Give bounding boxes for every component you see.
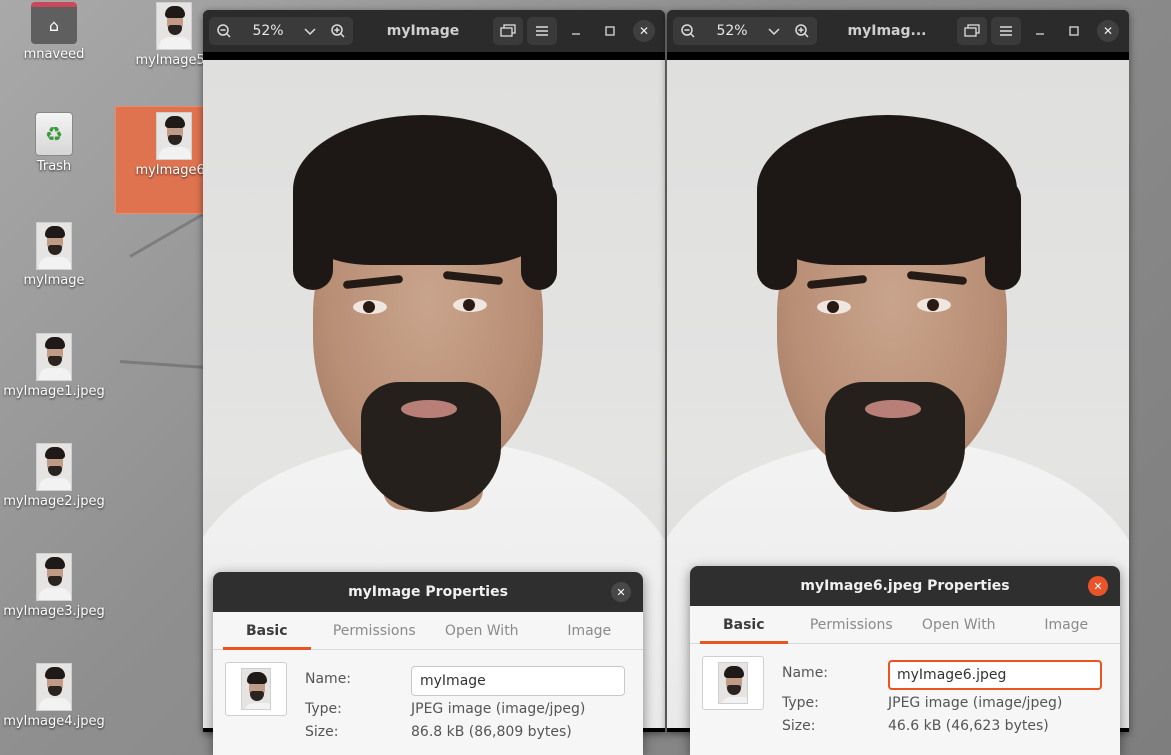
viewer-headerbar: 52% myImag... ✕ xyxy=(667,10,1129,52)
dialog-header: myImage6.jpeg Properties ✕ xyxy=(690,566,1120,606)
desktop-icon-label: mnaveed xyxy=(23,47,85,62)
dialog-title: myImage Properties xyxy=(348,584,508,600)
window-title: myImag... xyxy=(847,23,927,39)
type-label: Type: xyxy=(782,695,819,711)
image-thumbnail-icon xyxy=(36,222,72,270)
image-thumbnail-icon xyxy=(36,333,72,381)
desktop-icon-label: myImage4.jpeg xyxy=(3,714,105,729)
size-label: Size: xyxy=(305,724,339,740)
size-label: Size: xyxy=(782,718,816,734)
file-thumbnail xyxy=(702,656,764,710)
name-field[interactable]: myImage xyxy=(411,666,625,696)
desktop-icon-myimage1[interactable]: myImage1.jpeg xyxy=(0,333,108,399)
menu-icon[interactable] xyxy=(991,17,1021,45)
chevron-down-icon[interactable] xyxy=(297,17,323,45)
desktop-icon-myimage4[interactable]: myImage4.jpeg xyxy=(0,663,108,729)
zoom-out-icon[interactable] xyxy=(673,17,703,45)
zoom-in-icon[interactable] xyxy=(323,17,353,45)
image-thumbnail-icon xyxy=(156,112,192,160)
trash-icon: ♻ xyxy=(35,112,73,156)
type-value: JPEG image (image/jpeg) xyxy=(411,701,586,717)
close-icon[interactable]: ✕ xyxy=(1088,576,1108,596)
desktop-icon-label: myImage1.jpeg xyxy=(3,384,105,399)
desktop-icon-label: myImage3.jpeg xyxy=(3,604,105,619)
desktop-icon-label: myImage2.jpeg xyxy=(3,494,105,509)
name-label: Name: xyxy=(305,671,352,687)
image-thumbnail-icon xyxy=(718,662,748,704)
zoom-control: 52% xyxy=(673,17,817,45)
close-button[interactable]: ✕ xyxy=(629,17,659,45)
tab-basic[interactable]: Basic xyxy=(690,606,798,644)
close-icon: ✕ xyxy=(633,20,655,42)
image-thumbnail-icon xyxy=(156,2,192,50)
dialog-header: myImage Properties ✕ xyxy=(213,572,643,612)
dialog-title: myImage6.jpeg Properties xyxy=(800,578,1010,594)
desktop-icon-myimage2[interactable]: myImage2.jpeg xyxy=(0,443,108,509)
zoom-level[interactable]: 52% xyxy=(239,23,297,39)
close-icon: ✕ xyxy=(1097,20,1119,42)
close-icon[interactable]: ✕ xyxy=(611,582,631,602)
image-thumbnail-icon xyxy=(36,443,72,491)
size-value: 46.6 kB (46,623 bytes) xyxy=(888,718,1049,734)
size-value: 86.8 kB (86,809 bytes) xyxy=(411,724,572,740)
tab-open-with[interactable]: Open With xyxy=(905,606,1013,643)
maximize-icon[interactable] xyxy=(595,17,625,45)
minimize-icon[interactable] xyxy=(561,17,591,45)
close-button[interactable]: ✕ xyxy=(1093,17,1123,45)
desktop-icon-myimage3[interactable]: myImage3.jpeg xyxy=(0,553,108,619)
tab-open-with[interactable]: Open With xyxy=(428,612,536,649)
name-label: Name: xyxy=(782,665,829,681)
dialog-body: Name: myImage6.jpeg Type: JPEG image (im… xyxy=(690,644,1120,755)
type-value: JPEG image (image/jpeg) xyxy=(888,695,1063,711)
viewer-headerbar: 52% myImage ✕ xyxy=(203,10,665,52)
type-label: Type: xyxy=(305,701,342,717)
properties-tabs: Basic Permissions Open With Image xyxy=(213,612,643,650)
properties-dialog-right: myImage6.jpeg Properties ✕ Basic Permiss… xyxy=(690,566,1120,755)
desktop-icon-label: myImage5.j xyxy=(135,53,213,68)
file-thumbnail xyxy=(225,662,287,716)
menu-icon[interactable] xyxy=(527,17,557,45)
gallery-toggle-icon[interactable] xyxy=(957,17,987,45)
image-thumbnail-icon xyxy=(36,553,72,601)
chevron-down-icon[interactable] xyxy=(761,17,787,45)
tab-permissions[interactable]: Permissions xyxy=(321,612,429,649)
tab-image[interactable]: Image xyxy=(536,612,644,649)
tab-permissions[interactable]: Permissions xyxy=(798,606,906,643)
name-field[interactable]: myImage6.jpeg xyxy=(888,660,1102,690)
properties-dialog-left: myImage Properties ✕ Basic Permissions O… xyxy=(213,572,643,755)
image-thumbnail-icon xyxy=(241,668,271,710)
image-thumbnail-icon xyxy=(36,663,72,711)
zoom-in-icon[interactable] xyxy=(787,17,817,45)
desktop-icon-label: Trash xyxy=(36,159,72,174)
properties-tabs: Basic Permissions Open With Image xyxy=(690,606,1120,644)
desktop-icon-home[interactable]: ⌂ mnaveed xyxy=(0,2,108,62)
minimize-icon[interactable] xyxy=(1025,17,1055,45)
dialog-body: Name: myImage Type: JPEG image (image/jp… xyxy=(213,650,643,755)
zoom-level[interactable]: 52% xyxy=(703,23,761,39)
tab-basic[interactable]: Basic xyxy=(213,612,321,650)
desktop-icon-trash[interactable]: ♻ Trash xyxy=(0,112,108,174)
tab-image[interactable]: Image xyxy=(1013,606,1121,643)
maximize-icon[interactable] xyxy=(1059,17,1089,45)
zoom-control: 52% xyxy=(209,17,353,45)
zoom-out-icon[interactable] xyxy=(209,17,239,45)
gallery-toggle-icon[interactable] xyxy=(493,17,523,45)
desktop-icon-label: myImage6.j xyxy=(135,163,213,178)
folder-home-icon: ⌂ xyxy=(31,2,77,44)
window-title: myImage xyxy=(386,23,460,39)
desktop-icon-myimage[interactable]: myImage xyxy=(0,222,108,288)
desktop-icon-label: myImage xyxy=(23,273,85,288)
